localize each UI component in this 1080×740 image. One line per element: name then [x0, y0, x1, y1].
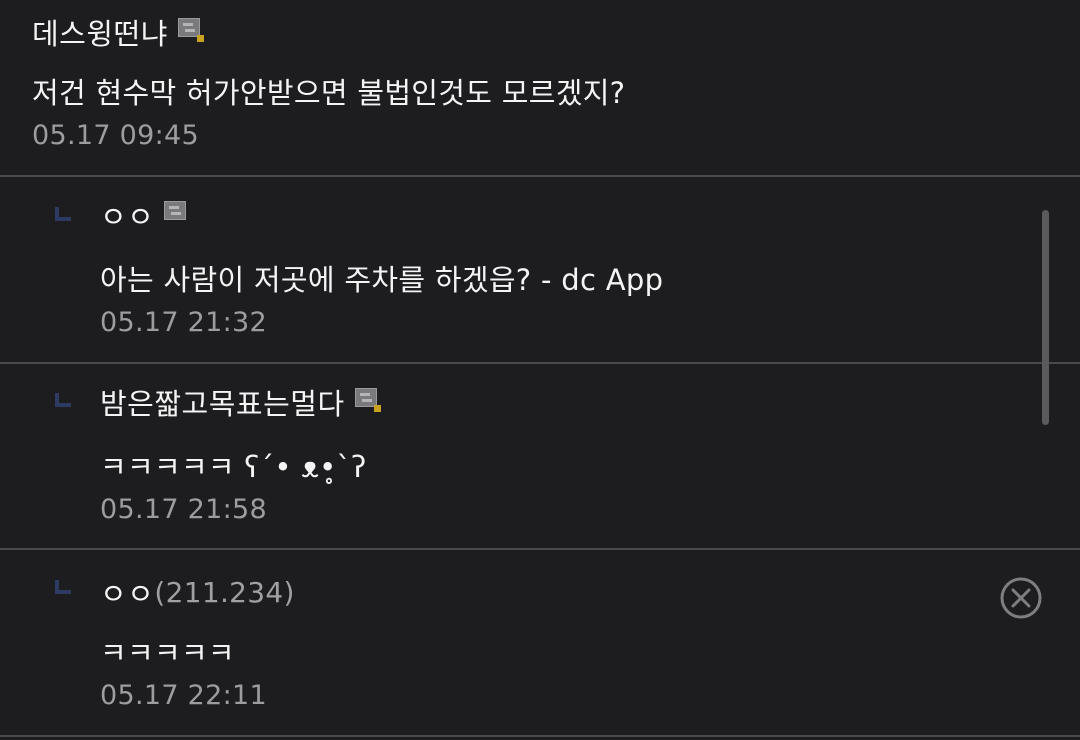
reply-author-row: 밤은짧고목표는멀다 — [100, 382, 381, 422]
reply-timestamp: 05.17 21:32 — [100, 307, 267, 338]
comment-author-row: 데스윙떤냐 — [32, 12, 204, 52]
reply-author-row: ㅇㅇ — [100, 195, 190, 235]
reply-arrow-icon — [55, 393, 71, 407]
comment-divider — [0, 175, 1080, 177]
comment-timestamp: 05.17 09:45 — [32, 120, 199, 151]
comment-nickname[interactable]: 데스윙떤냐 — [32, 11, 168, 53]
delete-comment-button[interactable] — [1000, 577, 1042, 619]
reply-timestamp: 05.17 22:11 — [100, 680, 267, 711]
comment-text: 저건 현수막 허가안받으면 불법인것도 모르겠지? — [32, 76, 626, 110]
reply-arrow-icon — [55, 207, 71, 221]
delete-circle-x-icon — [1000, 577, 1042, 619]
reply-text: ㅋㅋㅋㅋㅋ ʕ´• ᴥ•̥`ʔ — [100, 450, 367, 484]
comment-divider — [0, 548, 1080, 550]
comment-divider — [0, 362, 1080, 364]
member-badge-icon — [177, 18, 204, 42]
reply-text: 아는 사람이 저곳에 주차를 하겠읍? - dc App — [100, 263, 664, 297]
member-badge-icon — [354, 388, 381, 412]
reply-ip-address: (211.234) — [154, 575, 295, 609]
reply-timestamp: 05.17 21:58 — [100, 494, 267, 525]
member-badge-icon — [164, 201, 190, 225]
reply-arrow-icon — [55, 580, 71, 594]
reply-nickname[interactable]: ㅇㅇ — [100, 571, 154, 613]
reply-nickname[interactable]: 밤은짧고목표는멀다 — [100, 381, 345, 423]
reply-text: ㅋㅋㅋㅋㅋ — [100, 636, 235, 670]
comment-divider — [0, 735, 1080, 737]
scrollbar-thumb[interactable] — [1042, 210, 1049, 425]
reply-author-row: ㅇㅇ (211.234) — [100, 572, 295, 612]
reply-nickname[interactable]: ㅇㅇ — [100, 194, 154, 236]
